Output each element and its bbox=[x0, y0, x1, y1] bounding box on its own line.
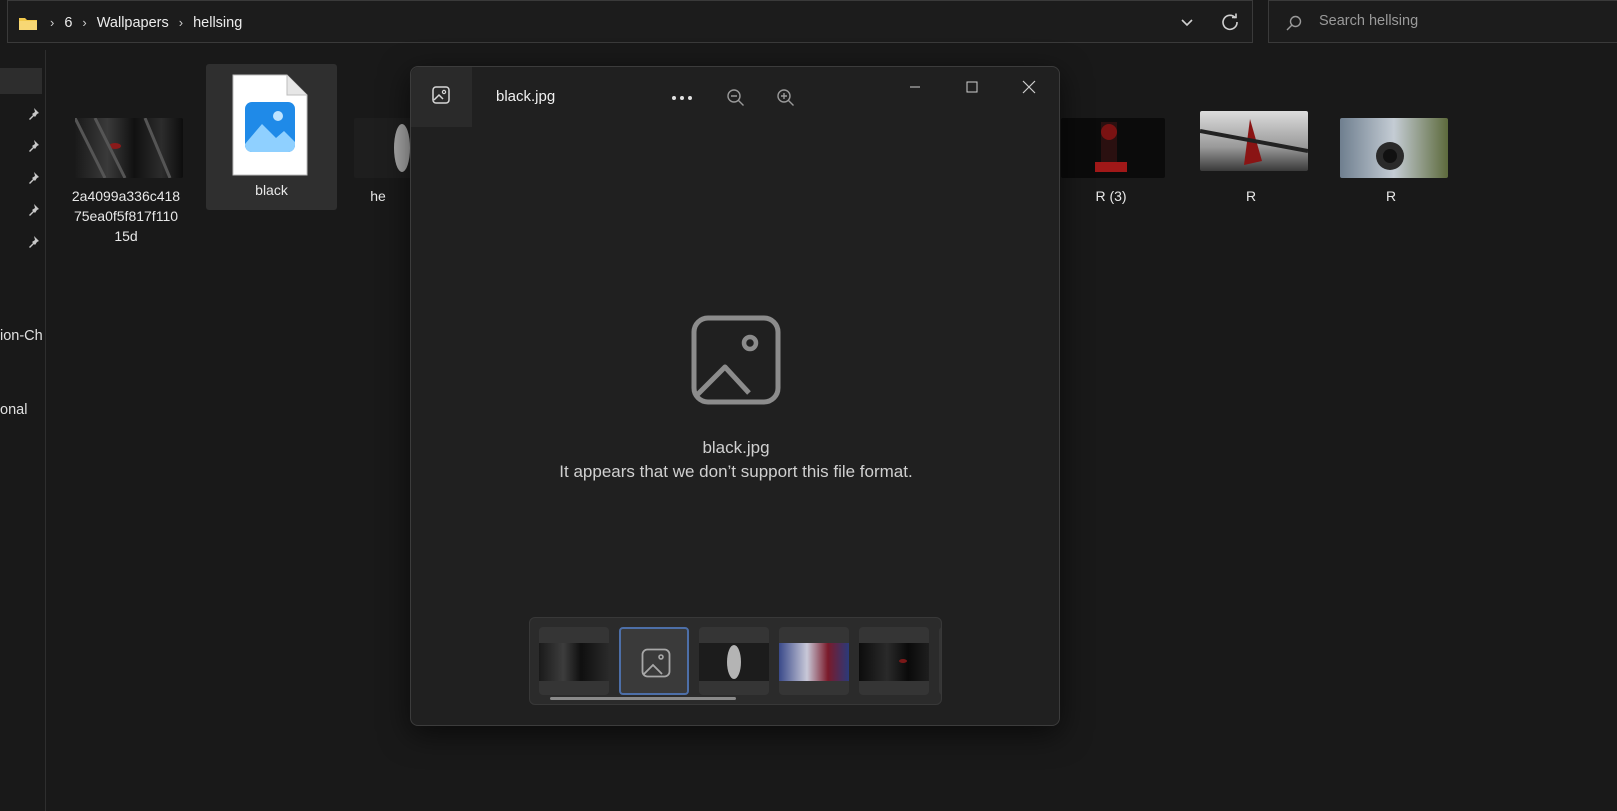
pin-icon[interactable] bbox=[25, 202, 41, 218]
chevron-right-icon: › bbox=[50, 15, 55, 30]
image-placeholder-icon bbox=[641, 648, 671, 681]
folder-icon bbox=[18, 15, 38, 31]
image-thumbnail bbox=[73, 117, 183, 179]
breadcrumb-item-hellsing[interactable]: hellsing bbox=[189, 15, 246, 31]
photo-viewer-window: black.jpg black.jpg It appears that we d… bbox=[410, 66, 1060, 726]
image-thumbnail bbox=[1199, 111, 1309, 171]
pin-icon[interactable] bbox=[25, 106, 41, 122]
refresh-icon[interactable] bbox=[1220, 12, 1240, 32]
app-icon-area bbox=[411, 67, 472, 127]
unsupported-format-message: It appears that we don’t support this fi… bbox=[559, 462, 913, 481]
pin-icon[interactable] bbox=[25, 170, 41, 186]
filmstrip-thumbnail[interactable] bbox=[779, 627, 849, 695]
filmstrip-thumbnail[interactable] bbox=[539, 627, 609, 695]
image-file-icon bbox=[232, 74, 308, 176]
breadcrumb: › 6 › Wallpapers › hellsing bbox=[18, 1, 246, 44]
image-placeholder-icon bbox=[691, 315, 781, 408]
chevron-down-icon[interactable] bbox=[1178, 13, 1196, 31]
file-name: R bbox=[1385, 188, 1397, 204]
minimize-icon[interactable] bbox=[900, 72, 930, 102]
breadcrumb-item-6[interactable]: 6 bbox=[60, 15, 76, 31]
chevron-right-icon: › bbox=[178, 15, 184, 30]
file-name: 2a4099a336c418 75ea0f5f817f110 15d bbox=[71, 188, 181, 244]
nav-item-selected[interactable] bbox=[0, 68, 42, 94]
unsupported-file-name: black.jpg bbox=[702, 438, 770, 457]
pin-icon[interactable] bbox=[25, 138, 41, 154]
filmstrip-scrollbar[interactable] bbox=[550, 697, 736, 700]
maximize-icon[interactable] bbox=[957, 72, 987, 102]
file-name: R (3) bbox=[1095, 188, 1127, 204]
filmstrip-thumbnail[interactable] bbox=[939, 627, 941, 695]
nav-item-label[interactable]: ion-Ch bbox=[0, 328, 43, 344]
close-icon[interactable] bbox=[1014, 72, 1044, 102]
filmstrip-thumbnail[interactable] bbox=[859, 627, 929, 695]
file-item[interactable]: 2a4099a336c418 75ea0f5f817f110 15d bbox=[62, 117, 190, 248]
chevron-right-icon: › bbox=[82, 15, 87, 30]
search-input[interactable]: Search hellsing bbox=[1268, 0, 1617, 43]
filmstrip[interactable] bbox=[529, 617, 942, 705]
pin-icon[interactable] bbox=[25, 234, 41, 250]
search-icon bbox=[1285, 14, 1303, 35]
image-thumbnail bbox=[1061, 118, 1165, 178]
breadcrumb-item-wallpapers[interactable]: Wallpapers bbox=[93, 15, 173, 31]
navigation-pane: ion-Ch onal bbox=[0, 50, 46, 811]
more-options-icon[interactable] bbox=[667, 83, 697, 113]
filmstrip-thumbnail[interactable] bbox=[699, 627, 769, 695]
filmstrip-thumbnail-selected[interactable] bbox=[619, 627, 689, 695]
zoom-in-icon[interactable] bbox=[771, 83, 801, 113]
viewer-title: black.jpg bbox=[496, 88, 556, 105]
image-thumbnail bbox=[1340, 118, 1448, 178]
file-name: R bbox=[1245, 188, 1257, 204]
search-placeholder: Search hellsing bbox=[1319, 13, 1419, 29]
address-bar[interactable]: › 6 › Wallpapers › hellsing bbox=[7, 0, 1253, 43]
photos-app-icon bbox=[431, 85, 451, 108]
nav-item-label[interactable]: onal bbox=[0, 402, 27, 418]
zoom-out-icon[interactable] bbox=[721, 83, 751, 113]
